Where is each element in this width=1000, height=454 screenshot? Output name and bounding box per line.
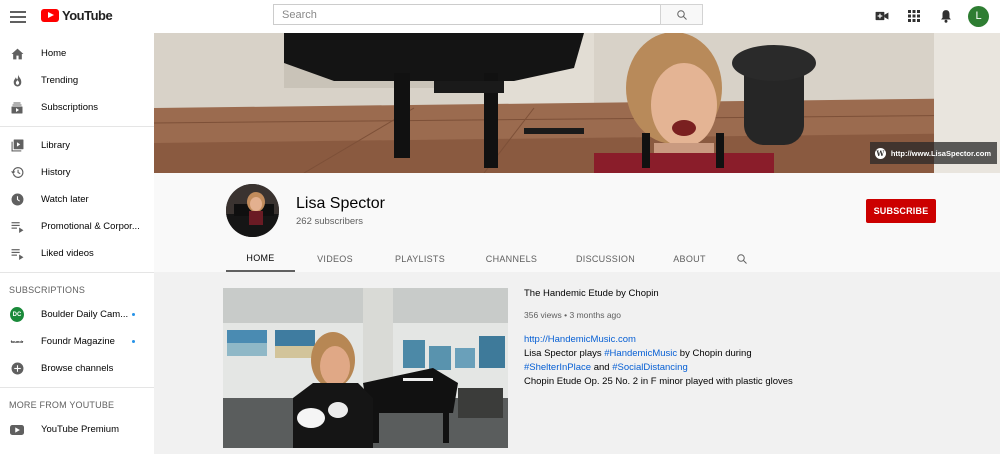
banner-link-text: http://www.LisaSpector.com (890, 148, 991, 158)
tab-discussion[interactable]: DISCUSSION (558, 245, 653, 272)
tab-about[interactable]: ABOUT (653, 245, 726, 272)
home-icon (10, 47, 24, 61)
more-from-youtube-heading: MORE FROM YOUTUBE (9, 400, 115, 410)
description-text: Chopin Etude Op. 25 No. 2 in F minor pla… (524, 376, 793, 387)
channel-banner: W http://www.LisaSpector.com (154, 33, 1000, 173)
library-icon (10, 139, 24, 153)
youtube-logo[interactable]: YouTube (41, 8, 113, 23)
sidebar-item-history[interactable]: History (0, 159, 154, 186)
hashtag-link[interactable]: #HandemicMusic (604, 348, 677, 359)
sidebar-divider (0, 126, 154, 127)
history-icon (10, 166, 24, 180)
tab-playlists[interactable]: PLAYLISTS (375, 245, 465, 272)
sidebar-item-label: Boulder Daily Cam... (41, 309, 129, 320)
search-button[interactable] (660, 4, 703, 25)
channel-search-button[interactable] (726, 245, 758, 272)
channel-avatar: foundr (10, 334, 24, 349)
channel-home-content: The Handemic Etude by Chopin 356 views •… (154, 272, 1000, 454)
plus-circle-icon (10, 362, 24, 376)
description-link[interactable]: http://HandemicMusic.com (524, 334, 636, 345)
sidebar-item-label: Browse channels (41, 363, 114, 374)
sidebar-item-trending[interactable]: Trending (0, 67, 154, 94)
sidebar-item-label: Home (41, 48, 67, 59)
banner-website-link[interactable]: W http://www.LisaSpector.com (869, 142, 997, 164)
subscriber-count: 262 subscribers (296, 216, 364, 227)
playlist-icon (10, 220, 24, 234)
tab-home[interactable]: HOME (226, 245, 295, 272)
search-icon (676, 9, 687, 20)
new-content-dot (132, 313, 135, 316)
account-avatar[interactable]: L (968, 5, 989, 27)
sidebar-item-library[interactable]: Library (0, 132, 154, 159)
sidebar-divider (0, 272, 154, 273)
sidebar-item-label: Liked videos (41, 248, 94, 259)
sidebar-item-home[interactable]: Home (0, 40, 154, 67)
sidebar-divider (0, 387, 154, 388)
description-text: and (591, 362, 613, 373)
sidebar-item-label: Library (41, 140, 71, 151)
notifications-button[interactable] (930, 4, 962, 28)
search-icon (737, 253, 747, 264)
menu-icon[interactable] (8, 7, 28, 27)
sidebar-item-browse-channels[interactable]: Browse channels (0, 355, 154, 382)
channel-avatar-image (226, 184, 279, 237)
sidebar-item-label: Watch later (41, 194, 89, 205)
featured-video-meta: 356 views • 3 months ago (524, 310, 622, 320)
sidebar-item-watch-later[interactable]: Watch later (0, 186, 154, 213)
sidebar-item-youtube-premium[interactable]: YouTube Premium (0, 416, 154, 443)
search-bar (273, 4, 703, 25)
channel-avatar: DC (10, 307, 24, 322)
hashtag-link[interactable]: #ShelterInPlace (524, 362, 591, 373)
tab-videos[interactable]: VIDEOS (295, 245, 375, 272)
logo-text: YouTube (62, 8, 113, 23)
channel-avatar[interactable] (226, 184, 279, 237)
sidebar: Home Trending Subscriptions Library Hist… (0, 33, 154, 454)
tab-channels[interactable]: CHANNELS (465, 245, 558, 272)
apps-grid-icon (908, 10, 920, 22)
description-text: by Chopin during (677, 348, 752, 359)
create-video-button[interactable] (866, 4, 898, 28)
top-bar: YouTube L (0, 0, 1000, 33)
youtube-premium-icon (10, 423, 24, 437)
search-input[interactable] (273, 4, 660, 25)
playlist-icon (10, 247, 24, 261)
flame-icon (10, 74, 24, 88)
top-icons: L (866, 4, 989, 28)
wordpress-icon: W (874, 147, 886, 159)
youtube-play-icon (41, 9, 59, 22)
channel-avatar-icon: foundr (10, 334, 24, 349)
description-text: Lisa Spector plays (524, 348, 605, 359)
hashtag-link[interactable]: #SocialDistancing (612, 362, 688, 373)
subscriptions-icon (10, 101, 24, 115)
sidebar-item-label: Promotional & Corpor... (41, 221, 140, 232)
channel-tabs: HOME VIDEOS PLAYLISTS CHANNELS DISCUSSIO… (226, 245, 758, 272)
sidebar-item-boulder-daily-camera[interactable]: DC Boulder Daily Cam... (0, 301, 154, 328)
channel-header: Lisa Spector 262 subscribers SUBSCRIBE H… (154, 173, 1000, 272)
channel-name: Lisa Spector (296, 195, 385, 212)
sidebar-item-playlist-promotional[interactable]: Promotional & Corpor... (0, 213, 154, 240)
sidebar-item-liked-videos[interactable]: Liked videos (0, 240, 154, 267)
new-content-dot (132, 340, 135, 343)
main-content: W http://www.LisaSpector.com Lisa Specto… (154, 33, 1000, 454)
video-thumbnail (223, 288, 508, 448)
sidebar-item-label: YouTube Premium (41, 424, 119, 435)
sidebar-item-label: Foundr Magazine (41, 336, 115, 347)
apps-button[interactable] (898, 4, 930, 28)
subscribe-button[interactable]: SUBSCRIBE (866, 199, 936, 223)
sidebar-item-label: History (41, 167, 71, 178)
featured-video-description: http://HandemicMusic.com Lisa Spector pl… (524, 333, 824, 389)
sidebar-item-label: Subscriptions (41, 102, 99, 113)
subscriptions-heading: SUBSCRIPTIONS (9, 285, 86, 295)
sidebar-item-foundr-magazine[interactable]: foundr Foundr Magazine (0, 328, 154, 355)
clock-icon (10, 193, 24, 207)
bell-icon (941, 10, 951, 23)
featured-video-title[interactable]: The Handemic Etude by Chopin (524, 288, 659, 299)
featured-video-player[interactable] (223, 288, 508, 448)
sidebar-item-subscriptions[interactable]: Subscriptions (0, 94, 154, 121)
sidebar-item-label: Trending (41, 75, 79, 86)
channel-avatar-icon: DC (10, 307, 24, 322)
video-camera-icon (875, 11, 889, 21)
